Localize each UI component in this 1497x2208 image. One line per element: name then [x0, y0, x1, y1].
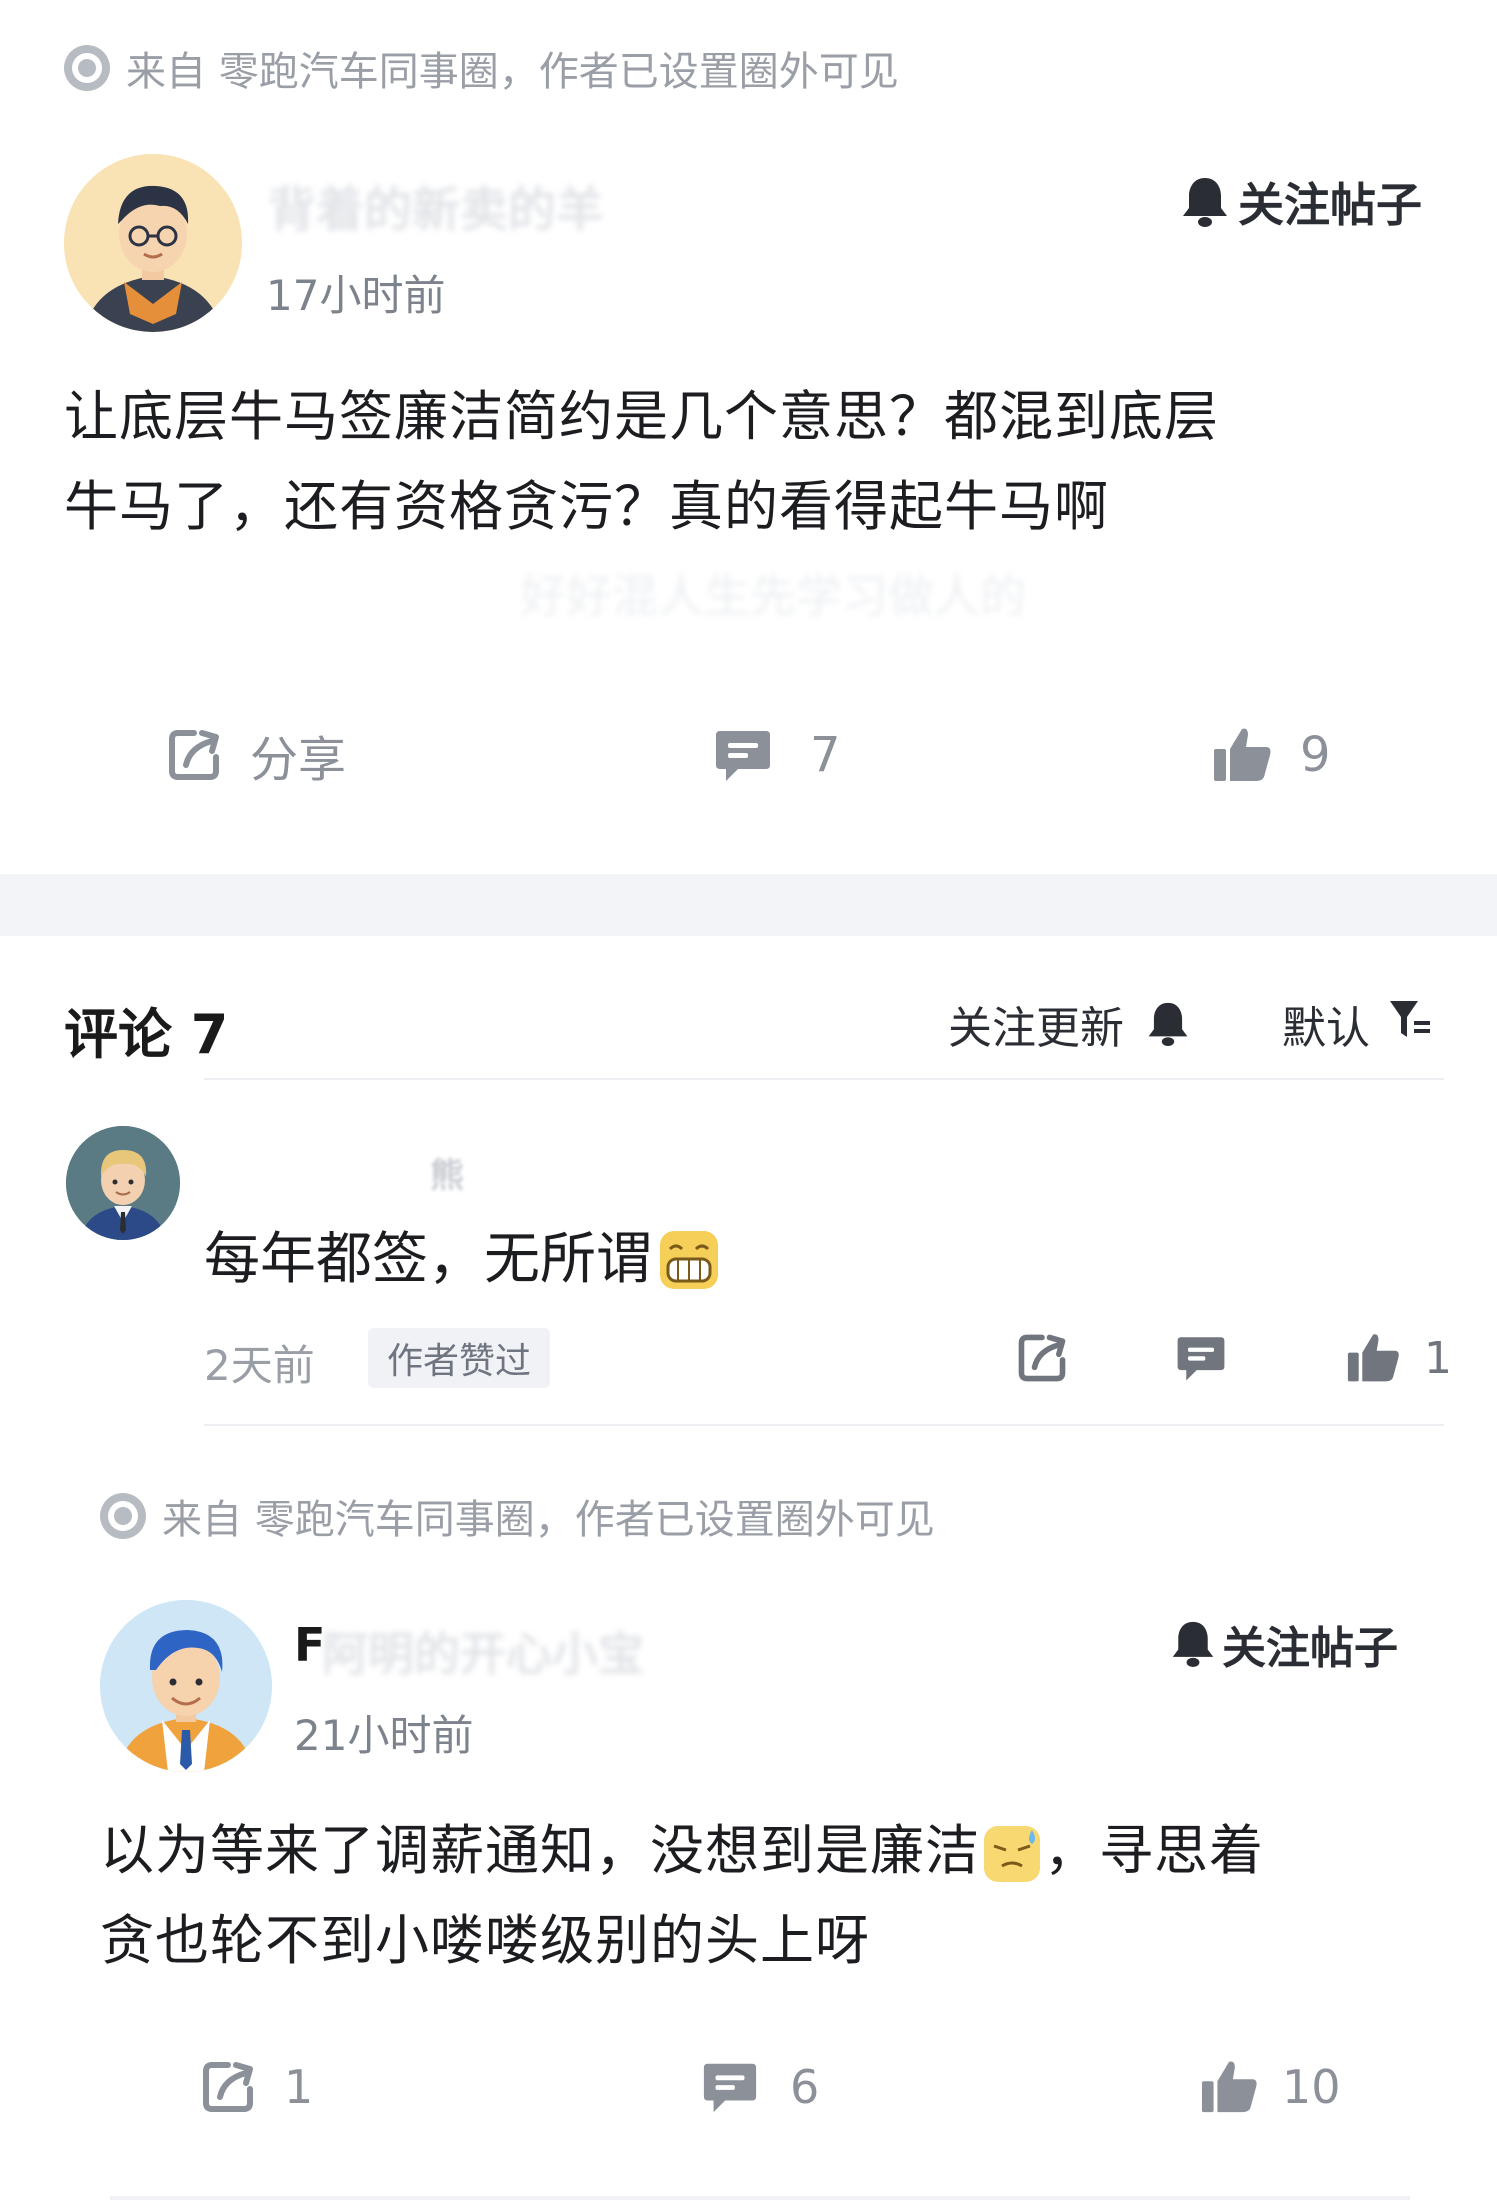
post-source-line[interactable]: 来自 零跑汽车同事圈，作者已设置圈外可见 [64, 40, 899, 96]
comment-body: 每年都签，无所谓 [204, 1220, 720, 1300]
comment-reply-button[interactable] [1174, 1326, 1228, 1390]
comment-share-button[interactable] [1014, 1326, 1070, 1390]
sort-dropdown[interactable]: 默认 [1282, 994, 1432, 1054]
post2-comment-button[interactable]: 6 [700, 2052, 819, 2122]
post2-author-name[interactable]: 阿明的开心小宝 [322, 1618, 644, 1684]
comment-time: 2天前 [204, 1341, 315, 1390]
post-time: 17小时前 [266, 271, 446, 320]
share-icon [164, 725, 224, 785]
thumbs-up-icon [1200, 2058, 1260, 2116]
author-name[interactable]: 背着的新卖的羊 [268, 170, 604, 240]
comment-count: 7 [810, 727, 841, 783]
grinning-emoji-icon [658, 1229, 720, 1291]
filter-icon [1388, 997, 1432, 1052]
header-divider [204, 1078, 1444, 1080]
post-body-line-1: 让底层牛马签廉洁简约是几个意思？都混到底层 [64, 385, 1219, 448]
follow-post-label: 关注帖子 [1238, 178, 1422, 232]
like-button[interactable]: 9 [1212, 720, 1331, 790]
comment-text: 每年都签，无所谓 [204, 1227, 652, 1292]
post2-author-initial: F [294, 1618, 326, 1672]
post2-body-line-2: 贪也轮不到小喽喽级别的头上呀 [100, 1909, 870, 1972]
share-label: 分享 [250, 732, 347, 788]
follow-updates-button[interactable]: 关注更新 [948, 994, 1190, 1054]
author-liked-badge: 作者赞过 [368, 1328, 550, 1388]
post2-follow-label: 关注帖子 [1222, 1623, 1398, 1674]
share-button[interactable]: 分享 [164, 720, 346, 790]
author-avatar[interactable] [64, 154, 242, 332]
post2-source-text: 来自 零跑汽车同事圈，作者已设置圈外可见 [162, 1497, 935, 1543]
comment-icon [712, 725, 774, 785]
comment-divider [204, 1424, 1444, 1426]
comment-like-button[interactable]: 1 [1346, 1326, 1452, 1390]
post2-share-count: 1 [284, 2060, 314, 2114]
post2-source-line[interactable]: 来自 零跑汽车同事圈，作者已设置圈外可见 [100, 1488, 935, 1544]
thumbs-up-icon [1212, 725, 1274, 785]
comment-button[interactable]: 7 [712, 720, 841, 790]
thumbs-up-icon [1346, 1331, 1402, 1385]
post2-like-count: 10 [1282, 2060, 1341, 2114]
post2-comment-count: 6 [790, 2060, 820, 2114]
commenter-name[interactable]: 熊 [430, 1148, 464, 1197]
comments-title: 评论 7 [64, 1003, 229, 1066]
comment-icon [700, 2058, 760, 2116]
circle-dot-icon [100, 1493, 146, 1539]
post2-body-line-1: 以为等来了调薪通知，没想到是廉洁 ，寻思着 [100, 1806, 1460, 1896]
post-body: 让底层牛马签廉洁简约是几个意思？都混到底层 牛马了，还有资格贪污？真的看得起牛马… [64, 372, 1444, 552]
post2-share-button[interactable]: 1 [198, 2052, 313, 2122]
follow-post-button[interactable]: 关注帖子 [1180, 172, 1422, 232]
circle-dot-icon [64, 45, 110, 91]
section-divider [0, 874, 1497, 936]
post2-time: 21小时前 [294, 1711, 474, 1760]
share-icon [198, 2057, 258, 2117]
comment-icon [1174, 1332, 1228, 1384]
post2-body: 以为等来了调薪通知，没想到是廉洁 ，寻思着 贪也轮不到小喽喽级别的头上呀 [100, 1806, 1460, 1986]
faded-text: 好好混人生先学习做人的 [520, 569, 1026, 623]
sweat-emoji-icon [982, 1821, 1042, 1882]
share-icon [1014, 1330, 1070, 1386]
comment-like-count: 1 [1424, 1332, 1452, 1384]
bell-icon [1146, 999, 1190, 1049]
post-source-text: 来自 零跑汽车同事圈，作者已设置圈外可见 [126, 49, 899, 95]
sort-label: 默认 [1282, 1003, 1370, 1054]
post2-author-avatar[interactable] [100, 1600, 272, 1772]
post2-like-button[interactable]: 10 [1200, 2052, 1341, 2122]
post2-follow-post-button[interactable]: 关注帖子 [1170, 1614, 1398, 1674]
post-body-line-2: 牛马了，还有资格贪污？真的看得起牛马啊 [64, 475, 1109, 538]
like-count: 9 [1300, 727, 1331, 783]
follow-updates-label: 关注更新 [948, 1003, 1124, 1054]
commenter-avatar[interactable] [66, 1126, 180, 1240]
bell-icon [1180, 174, 1230, 230]
post2-text-part1: 以为等来了调薪通知，没想到是廉洁 [100, 1819, 980, 1882]
post2-text-part2: ，寻思着 [1044, 1819, 1264, 1882]
bottom-divider [110, 2196, 1410, 2200]
bell-icon [1170, 1618, 1216, 1670]
